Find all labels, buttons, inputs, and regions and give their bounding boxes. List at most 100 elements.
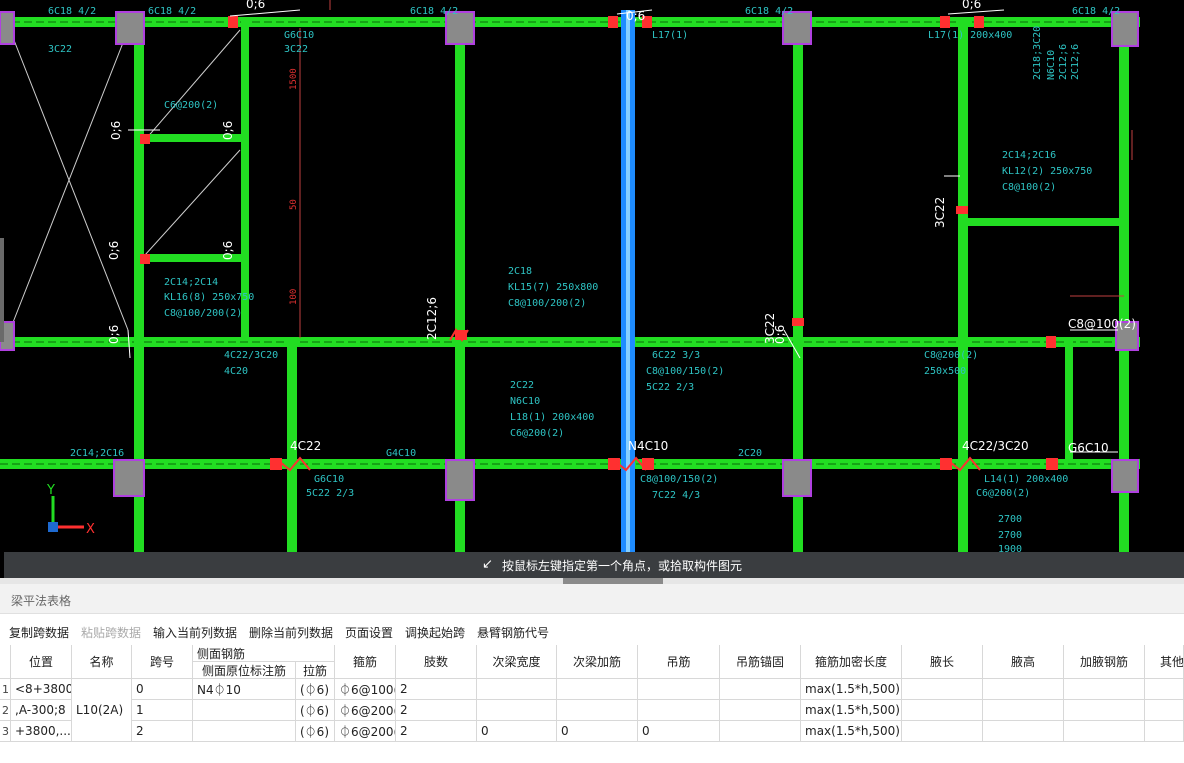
col-header-haunch-rebar[interactable]: 加腋钢筋 (1064, 645, 1145, 679)
cell-hanger[interactable] (638, 700, 720, 721)
cell-secondary-beam-rebar[interactable]: 0 (557, 721, 638, 742)
col-header-leg-count[interactable]: 肢数 (396, 645, 477, 679)
cell-position[interactable]: +3800,... (11, 721, 72, 742)
cell-leg-count[interactable]: 2 (396, 679, 477, 700)
col-header-stirrup-dense-length[interactable]: 箍筋加密长度 (801, 645, 902, 679)
cell-haunch-rebar[interactable] (1064, 679, 1145, 700)
cad-annotation: 250x500 (924, 366, 966, 377)
cad-annotation: 6C18 4/2 (745, 6, 793, 17)
cad-drawing-canvas[interactable]: Y X 6C18 4/2 6C18 4/2 6C18 4/2 6C18 4/2 6C18… (0, 0, 1184, 578)
cell-secondary-beam-width[interactable]: 0 (477, 721, 557, 742)
col-header-hanger-anchor[interactable]: 吊筋锚固 (720, 645, 801, 679)
col-header-secondary-beam-rebar[interactable]: 次梁加筋 (557, 645, 638, 679)
cell-tie-bar[interactable]: (⏀6) (296, 721, 335, 742)
cell-position[interactable]: <8+3800 (11, 679, 72, 700)
row-header[interactable]: 2 (0, 700, 11, 721)
cell-side-rebar-mark[interactable] (193, 700, 296, 721)
cell-haunch-height[interactable] (983, 679, 1064, 700)
cell-side-rebar-mark[interactable]: N4⏀10 (193, 679, 296, 700)
panel-toolbar: 复制跨数据 粘贴跨数据 输入当前列数据 删除当前列数据 页面设置 调换起始跨 悬… (0, 616, 1184, 644)
cantilever-rebar-code-button[interactable]: 悬臂钢筋代号 (477, 624, 549, 641)
cad-annotation: G4C10 (386, 448, 416, 459)
cell-secondary-beam-rebar[interactable] (557, 679, 638, 700)
cad-annotation: KL12(2) 250x750 (1002, 166, 1092, 177)
copy-span-data-button[interactable]: 复制跨数据 (9, 624, 69, 641)
cell-hanger-anchor[interactable] (720, 679, 801, 700)
cell-haunch-length[interactable] (902, 700, 983, 721)
cell-tie-bar[interactable]: (⏀6) (296, 700, 335, 721)
axis-x-label: X (86, 522, 95, 537)
input-column-data-button[interactable]: 输入当前列数据 (153, 624, 237, 641)
swap-start-span-button[interactable]: 调换起始跨 (405, 624, 465, 641)
cad-annotation: C8@100/150(2) (646, 366, 724, 377)
cell-span[interactable]: 2 (132, 721, 193, 742)
cad-annotation: 2C12;6 (1058, 44, 1069, 80)
cad-annotation: KL16(8) 250x750 (164, 292, 254, 303)
beam-name-cell[interactable]: L10(2A) (72, 679, 132, 742)
delete-column-data-button[interactable]: 删除当前列数据 (249, 624, 333, 641)
canvas-left-grip[interactable] (0, 238, 4, 342)
cell-stirrup[interactable]: ⏀6@100( (335, 679, 396, 700)
cad-annotation: N4C10 (628, 439, 668, 453)
col-group-side-rebar: 侧面钢筋 (193, 645, 335, 662)
cell-other[interactable] (1145, 721, 1184, 742)
cad-annotation: G6C10 (284, 30, 314, 41)
cad-annotation: C6@200(2) (976, 488, 1030, 499)
row-header[interactable]: 3 (0, 721, 11, 742)
col-header-tie-bar[interactable]: 拉筋 (296, 662, 335, 679)
cad-annotation: 6C22 3/3 (652, 350, 700, 361)
cad-annotation: 3C22 (284, 44, 308, 55)
cad-annotation: 0;6 (962, 0, 981, 11)
col-header-hanger[interactable]: 吊筋 (638, 645, 720, 679)
beam-plan-drawing[interactable]: Y X 6C18 4/2 6C18 4/2 6C18 4/2 6C18 4/2 6C18… (0, 0, 1184, 578)
cell-haunch-height[interactable] (983, 700, 1064, 721)
col-header-other[interactable]: 其他 (1145, 645, 1184, 679)
cell-other[interactable] (1145, 700, 1184, 721)
cell-tie-bar[interactable]: (⏀6) (296, 679, 335, 700)
cell-secondary-beam-width[interactable] (477, 679, 557, 700)
cell-haunch-height[interactable] (983, 721, 1064, 742)
cad-annotation: C8@100/200(2) (508, 298, 586, 309)
cell-leg-count[interactable]: 2 (396, 721, 477, 742)
cell-span[interactable]: 1 (132, 700, 193, 721)
col-header-secondary-beam-width[interactable]: 次梁宽度 (477, 645, 557, 679)
col-header-span[interactable]: 跨号 (132, 645, 193, 679)
cell-leg-count[interactable]: 2 (396, 700, 477, 721)
cell-hanger-anchor[interactable] (720, 700, 801, 721)
cell-stirrup-dense-length[interactable]: max(1.5*h,500) (801, 721, 902, 742)
cell-haunch-length[interactable] (902, 679, 983, 700)
cell-haunch-rebar[interactable] (1064, 700, 1145, 721)
cell-stirrup[interactable]: ⏀6@200( (335, 700, 396, 721)
col-header-name[interactable]: 名称 (72, 645, 132, 679)
cell-secondary-beam-rebar[interactable] (557, 700, 638, 721)
col-header-stirrup[interactable]: 箍筋 (335, 645, 396, 679)
cell-stirrup-dense-length[interactable]: max(1.5*h,500) (801, 679, 902, 700)
cad-annotation: 50 (289, 199, 299, 210)
rebar-marks (140, 16, 1058, 470)
cell-hanger[interactable]: 0 (638, 721, 720, 742)
cad-annotation: 2C18;3C20 (1032, 26, 1043, 80)
cell-haunch-length[interactable] (902, 721, 983, 742)
col-header-side-rebar-mark[interactable]: 侧面原位标注筋 (193, 662, 296, 679)
cad-annotation: 5C22 2/3 (306, 488, 354, 499)
cell-hanger[interactable] (638, 679, 720, 700)
cell-stirrup[interactable]: ⏀6@200( (335, 721, 396, 742)
cell-haunch-rebar[interactable] (1064, 721, 1145, 742)
col-header-haunch-height[interactable]: 腋高 (983, 645, 1064, 679)
paste-span-data-button[interactable]: 粘贴跨数据 (81, 624, 141, 641)
cad-annotation: N6C10 (1046, 50, 1057, 80)
beam-table-panel: 梁平法表格 复制跨数据 粘贴跨数据 输入当前列数据 删除当前列数据 页面设置 调… (0, 584, 1184, 763)
cell-span[interactable]: 0 (132, 679, 193, 700)
cell-side-rebar-mark[interactable] (193, 721, 296, 742)
row-header[interactable]: 1 (0, 679, 11, 700)
cell-position[interactable]: ,A-300;8 (11, 700, 72, 721)
cell-stirrup-dense-length[interactable]: max(1.5*h,500) (801, 700, 902, 721)
cad-annotation: 3C22 (48, 44, 72, 55)
cell-hanger-anchor[interactable] (720, 721, 801, 742)
cell-other[interactable] (1145, 679, 1184, 700)
page-setup-button[interactable]: 页面设置 (345, 624, 393, 641)
cell-secondary-beam-width[interactable] (477, 700, 557, 721)
cad-annotation: C8@100/150(2) (640, 474, 718, 485)
col-header-position[interactable]: 位置 (11, 645, 72, 679)
col-header-haunch-length[interactable]: 腋长 (902, 645, 983, 679)
